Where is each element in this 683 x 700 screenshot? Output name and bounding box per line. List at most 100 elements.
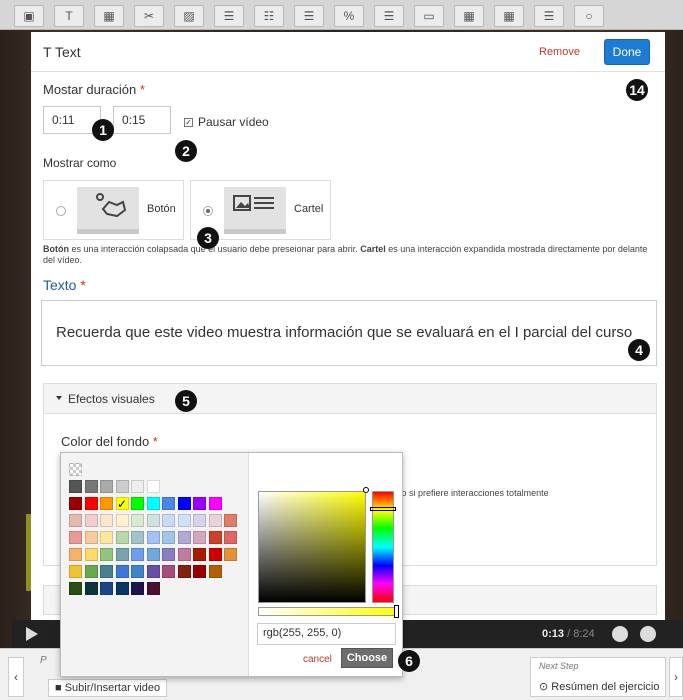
palette-swatch[interactable] bbox=[131, 497, 144, 510]
palette-swatch[interactable] bbox=[193, 565, 206, 578]
palette-swatch[interactable] bbox=[146, 531, 160, 544]
toolbar-button[interactable]: ▨ bbox=[174, 5, 204, 27]
toolbar-button[interactable]: ✂ bbox=[134, 5, 164, 27]
palette-swatch[interactable] bbox=[84, 582, 98, 595]
palette-swatch[interactable] bbox=[193, 548, 206, 561]
palette-swatch[interactable] bbox=[69, 531, 82, 544]
palette-swatch[interactable] bbox=[115, 565, 129, 578]
palette-swatch[interactable] bbox=[131, 531, 144, 544]
toolbar-button[interactable]: ▭ bbox=[414, 5, 444, 27]
toolbar-button[interactable]: ☰ bbox=[534, 5, 564, 27]
palette-swatch[interactable] bbox=[131, 565, 144, 578]
toolbar-button[interactable]: % bbox=[334, 5, 364, 27]
palette-swatch[interactable] bbox=[208, 497, 222, 510]
palette-swatch[interactable] bbox=[224, 531, 237, 544]
palette-swatch[interactable] bbox=[100, 565, 113, 578]
palette-swatch[interactable] bbox=[193, 497, 206, 510]
palette-swatch[interactable] bbox=[162, 514, 175, 527]
palette-swatch[interactable] bbox=[146, 548, 160, 561]
palette-swatch[interactable] bbox=[100, 582, 113, 595]
text-input[interactable]: Recuerda que este video muestra informac… bbox=[41, 300, 657, 366]
option-poster-radio[interactable] bbox=[203, 206, 213, 216]
pause-video-checkbox[interactable]: ✓ bbox=[184, 118, 193, 127]
toolbar-button[interactable]: ☷ bbox=[254, 5, 284, 27]
speed-icon[interactable] bbox=[612, 626, 628, 642]
done-button[interactable]: Done bbox=[604, 39, 650, 65]
toolbar-button[interactable]: ▣ bbox=[14, 5, 44, 27]
palette-swatch[interactable] bbox=[162, 497, 175, 510]
saturation-value-area[interactable] bbox=[258, 491, 366, 603]
palette-swatch[interactable] bbox=[146, 480, 160, 493]
toolbar-button[interactable]: ○ bbox=[574, 5, 604, 27]
palette-swatch[interactable] bbox=[100, 548, 113, 561]
option-button[interactable]: Botón bbox=[43, 180, 184, 240]
hue-handle[interactable] bbox=[370, 507, 396, 511]
choose-button[interactable]: Choose bbox=[341, 648, 393, 668]
alpha-handle[interactable] bbox=[394, 605, 399, 618]
palette-swatch[interactable] bbox=[115, 548, 129, 561]
palette-swatch[interactable] bbox=[100, 480, 113, 493]
palette-swatch[interactable] bbox=[177, 531, 191, 544]
palette-swatch[interactable] bbox=[84, 565, 98, 578]
palette-swatch[interactable] bbox=[131, 582, 144, 595]
visual-effects-header[interactable]: Efectos visuales bbox=[44, 384, 656, 414]
play-icon[interactable] bbox=[26, 627, 38, 641]
toolbar-button[interactable]: ☰ bbox=[294, 5, 324, 27]
palette-swatch[interactable] bbox=[224, 514, 237, 527]
palette-swatch[interactable] bbox=[131, 514, 144, 527]
palette-swatch[interactable] bbox=[177, 565, 191, 578]
transparent-swatch[interactable] bbox=[69, 463, 82, 476]
prev-step-name[interactable]: ■ Subir/Insertar video bbox=[48, 679, 168, 697]
palette-swatch[interactable] bbox=[131, 548, 144, 561]
option-button-radio[interactable] bbox=[56, 206, 66, 216]
rgb-input[interactable]: rgb(255, 255, 0) bbox=[257, 623, 396, 645]
toolbar-button[interactable]: ▦ bbox=[454, 5, 484, 27]
palette-swatch[interactable] bbox=[100, 497, 113, 510]
palette-swatch[interactable] bbox=[115, 514, 129, 527]
sv-handle[interactable] bbox=[363, 487, 369, 493]
toolbar-button[interactable]: T bbox=[54, 5, 84, 27]
palette-swatch[interactable] bbox=[69, 582, 82, 595]
cancel-button[interactable]: cancel bbox=[303, 654, 332, 665]
palette-swatch[interactable] bbox=[162, 531, 175, 544]
remove-button[interactable]: Remove bbox=[539, 46, 580, 58]
palette-swatch[interactable] bbox=[146, 514, 160, 527]
palette-swatch[interactable] bbox=[69, 548, 82, 561]
palette-swatch[interactable] bbox=[146, 497, 160, 510]
palette-swatch[interactable] bbox=[84, 497, 98, 510]
palette-swatch[interactable] bbox=[100, 514, 113, 527]
palette-swatch[interactable] bbox=[100, 531, 113, 544]
palette-swatch[interactable] bbox=[146, 565, 160, 578]
palette-swatch[interactable] bbox=[69, 514, 82, 527]
palette-swatch[interactable] bbox=[69, 480, 82, 493]
palette-swatch[interactable] bbox=[115, 582, 129, 595]
palette-swatch[interactable] bbox=[193, 514, 206, 527]
palette-swatch[interactable] bbox=[177, 497, 191, 510]
palette-swatch[interactable] bbox=[69, 565, 82, 578]
duration-to-input[interactable]: 0:15 bbox=[113, 106, 171, 134]
next-step-button[interactable]: › bbox=[669, 657, 683, 697]
palette-swatch[interactable] bbox=[131, 480, 144, 493]
toolbar-button[interactable]: ▦ bbox=[94, 5, 124, 27]
palette-swatch[interactable] bbox=[162, 548, 175, 561]
volume-icon[interactable] bbox=[640, 626, 656, 642]
palette-swatch[interactable] bbox=[115, 480, 129, 493]
palette-swatch[interactable] bbox=[84, 514, 98, 527]
toolbar-button[interactable]: ☰ bbox=[214, 5, 244, 27]
palette-swatch[interactable] bbox=[208, 548, 222, 561]
prev-step-button[interactable]: ‹ bbox=[8, 657, 24, 697]
palette-swatch[interactable] bbox=[84, 548, 98, 561]
palette-swatch[interactable] bbox=[162, 565, 175, 578]
palette-swatch[interactable] bbox=[146, 582, 160, 595]
palette-swatch[interactable] bbox=[177, 548, 191, 561]
palette-swatch[interactable] bbox=[193, 531, 206, 544]
palette-swatch[interactable] bbox=[84, 531, 98, 544]
alpha-slider[interactable] bbox=[258, 607, 396, 616]
toolbar-button[interactable]: ▦ bbox=[494, 5, 524, 27]
palette-swatch[interactable] bbox=[69, 497, 82, 510]
palette-swatch[interactable] bbox=[224, 548, 237, 561]
palette-swatch[interactable] bbox=[208, 531, 222, 544]
toolbar-button[interactable]: ☰ bbox=[374, 5, 404, 27]
palette-swatch[interactable] bbox=[208, 565, 222, 578]
palette-swatch[interactable]: ✓ bbox=[115, 497, 129, 510]
